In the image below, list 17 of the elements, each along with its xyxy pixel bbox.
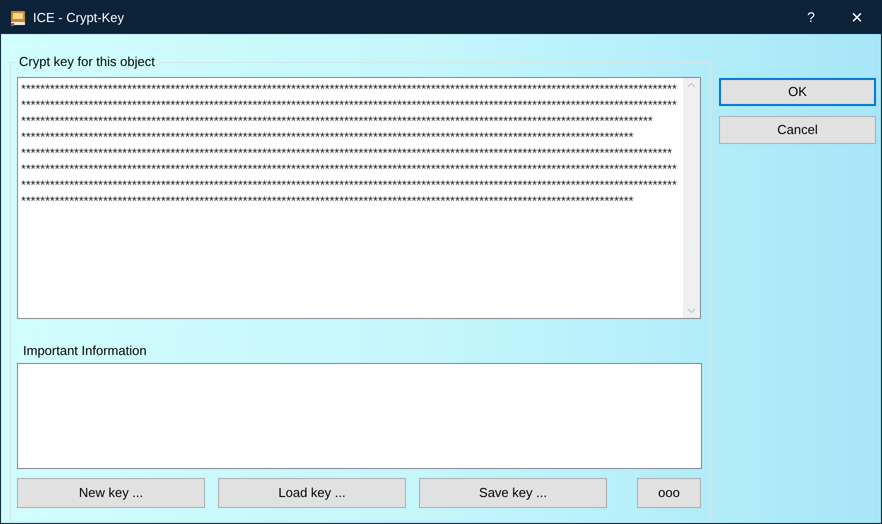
key-button[interactable]: Load key ... <box>218 478 406 508</box>
key-button[interactable]: Save key ... <box>419 478 607 508</box>
book-icon <box>10 10 26 26</box>
window-title: ICE - Crypt-Key <box>33 8 124 27</box>
info-text-area[interactable] <box>17 363 702 469</box>
cancel-button[interactable]: Cancel <box>719 116 876 144</box>
key-text-area[interactable] <box>17 77 701 319</box>
ok-button[interactable]: OK <box>719 78 876 106</box>
scrollbar[interactable] <box>683 78 700 318</box>
scroll-down-icon[interactable] <box>687 308 696 314</box>
more-button[interactable]: ooo <box>637 478 701 508</box>
close-button[interactable]: × <box>834 1 880 34</box>
key-button[interactable]: New key ... <box>17 478 205 508</box>
help-button[interactable]: ? <box>788 1 834 34</box>
scroll-up-icon[interactable] <box>687 82 696 88</box>
info-label: Important Information <box>23 343 148 359</box>
key-text: **************************************************************************************************************************************** **************************************************************************************************************************************** *********************************************************************************************************************************** ******************************************************************************************************************************* *************************************************************************************************************************************** **************************************************************************************************************************************** **************************************************************************************************************************************** ******************************************************************************************************************************* <box>21 81 677 209</box>
